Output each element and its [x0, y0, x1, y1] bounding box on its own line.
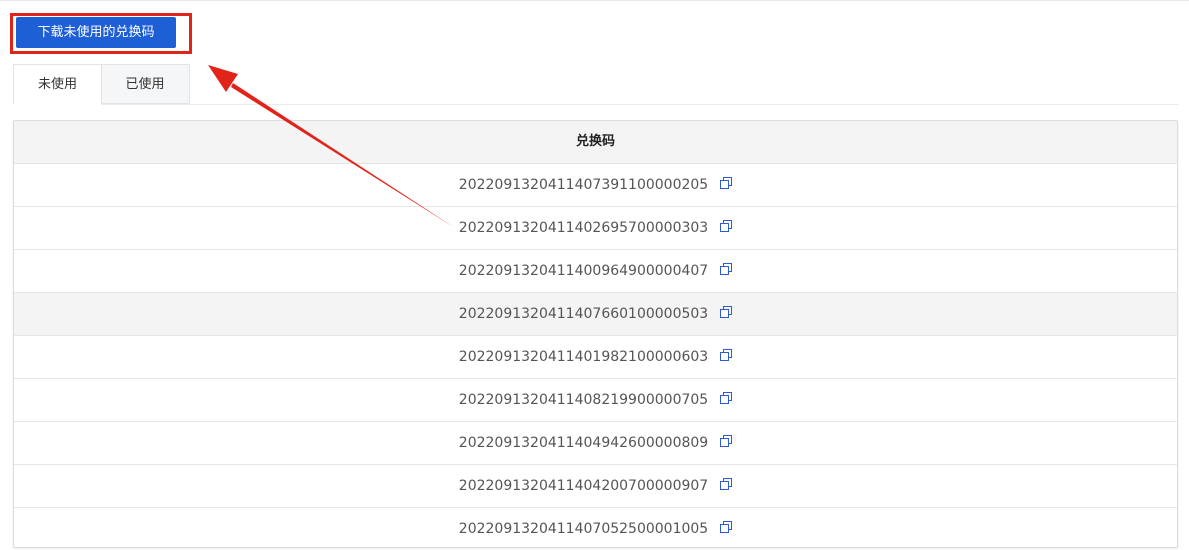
tab-unused[interactable]: 未使用	[13, 64, 102, 105]
redeem-code-value: 2022091320411408219900000705	[458, 392, 709, 408]
table-row: 2022091320411407052500001005	[14, 508, 1177, 547]
copy-icon[interactable]	[720, 177, 733, 189]
copy-icon[interactable]	[720, 349, 733, 361]
download-unused-codes-button[interactable]: 下载未使用的兑换码	[16, 17, 176, 48]
table-row: 2022091320411407391100000205	[14, 164, 1177, 207]
redeem-code-value: 2022091320411404942600000809	[458, 435, 709, 451]
status-tabs: 未使用 已使用	[13, 64, 1179, 105]
redeem-code-value: 2022091320411407391100000205	[458, 177, 709, 193]
tab-used[interactable]: 已使用	[101, 64, 190, 104]
copy-icon[interactable]	[720, 263, 733, 275]
table-header-redeem-code: 兑换码	[14, 121, 1177, 164]
table-row: 2022091320411402695700000303	[14, 207, 1177, 250]
redeem-code-value: 2022091320411407660100000503	[458, 306, 709, 322]
redeem-code-table: 兑换码 2022091320411407391100000205 20220913…	[13, 120, 1178, 548]
redeem-code-value: 2022091320411401982100000603	[458, 349, 709, 365]
table-row: 2022091320411408219900000705	[14, 379, 1177, 422]
tabs-divider	[13, 104, 1179, 105]
copy-icon[interactable]	[720, 521, 733, 533]
top-border	[0, 0, 1189, 1]
table-row: 2022091320411400964900000407	[14, 250, 1177, 293]
table-row: 2022091320411401982100000603	[14, 336, 1177, 379]
table-row: 2022091320411404200700000907	[14, 465, 1177, 508]
table-body: 2022091320411407391100000205 202209132041…	[14, 164, 1177, 547]
redeem-code-value: 2022091320411400964900000407	[458, 263, 709, 279]
redeem-code-value: 2022091320411407052500001005	[458, 521, 709, 537]
copy-icon[interactable]	[720, 220, 733, 232]
copy-icon[interactable]	[720, 392, 733, 404]
redeem-code-value: 2022091320411404200700000907	[458, 478, 709, 494]
table-row: 2022091320411404942600000809	[14, 422, 1177, 465]
copy-icon[interactable]	[720, 435, 733, 447]
copy-icon[interactable]	[720, 306, 733, 318]
redeem-code-value: 2022091320411402695700000303	[458, 220, 709, 236]
table-row: 2022091320411407660100000503	[14, 293, 1177, 336]
copy-icon[interactable]	[720, 478, 733, 490]
